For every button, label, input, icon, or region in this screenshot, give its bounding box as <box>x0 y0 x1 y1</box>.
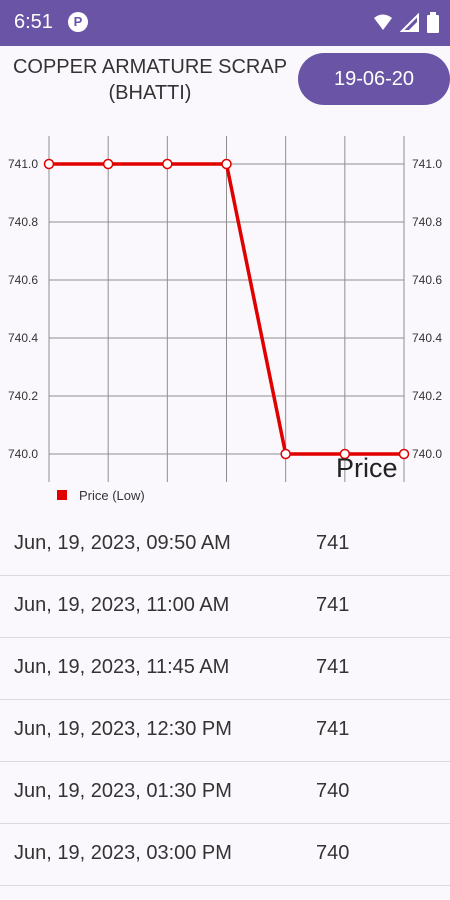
y-tick-label-right: 740.2 <box>412 389 442 403</box>
data-point <box>398 448 410 460</box>
y-tick-label-left: 740.8 <box>8 215 38 229</box>
row-price: 741 <box>316 532 350 554</box>
y-tick-label-right: 740.6 <box>412 273 442 287</box>
legend-label: Price (Low) <box>79 488 145 503</box>
row-price: 740 <box>316 780 350 802</box>
table-row[interactable]: Jun, 19, 2023, 11:45 AM 741 <box>0 638 450 700</box>
page-title: COPPER ARMATURE SCRAP (BHATTI) <box>0 54 300 106</box>
page-title-line2: (BHATTI) <box>108 82 192 104</box>
status-time: 6:51 <box>14 11 53 33</box>
chart-overlay-label: Price <box>336 453 398 483</box>
wifi-icon <box>374 14 393 30</box>
price-table: Jun, 19, 2023, 09:50 AM 741 Jun, 19, 202… <box>0 514 450 886</box>
status-icons <box>371 12 440 34</box>
table-row[interactable]: Jun, 19, 2023, 03:00 PM 740 <box>0 824 450 886</box>
signal-icon <box>399 12 419 32</box>
y-tick-label-left: 740.2 <box>8 389 38 403</box>
date-button[interactable]: 19-06-20 <box>298 53 450 105</box>
table-row[interactable]: Jun, 19, 2023, 01:30 PM 740 <box>0 762 450 824</box>
data-point <box>43 158 55 170</box>
legend-swatch <box>57 490 67 500</box>
data-point <box>102 158 114 170</box>
table-row[interactable]: Jun, 19, 2023, 11:00 AM 741 <box>0 576 450 638</box>
y-tick-label-right: 740.4 <box>412 331 442 345</box>
data-point <box>280 448 291 460</box>
row-time: Jun, 19, 2023, 12:30 PM <box>14 718 232 740</box>
table-row[interactable]: Jun, 19, 2023, 09:50 AM 741 <box>0 514 450 576</box>
row-time: Jun, 19, 2023, 03:00 PM <box>14 842 232 864</box>
battery-icon <box>427 12 439 33</box>
data-point <box>162 158 173 170</box>
status-bar: 6:51 P <box>0 0 450 46</box>
y-tick-label-left: 740.0 <box>8 447 38 461</box>
row-time: Jun, 19, 2023, 11:00 AM <box>14 594 230 616</box>
y-tick-label-right: 740.0 <box>412 447 442 461</box>
row-price: 740 <box>316 842 350 864</box>
page-title-line1: COPPER ARMATURE SCRAP <box>12 56 288 78</box>
row-price: 741 <box>316 718 350 740</box>
y-tick-label-left: 741.0 <box>8 157 38 171</box>
y-tick-label-left: 740.4 <box>8 331 38 345</box>
row-price: 741 <box>316 656 350 678</box>
app-notification-icon: P <box>68 12 88 32</box>
row-time: Jun, 19, 2023, 01:30 PM <box>14 780 232 802</box>
price-chart: 741.0 740.8 740.6 740.4 740.2 740.0 741.0 740.… <box>8 136 442 503</box>
y-tick-label-right: 740.8 <box>412 215 442 229</box>
table-row[interactable]: Jun, 19, 2023, 12:30 PM 741 <box>0 700 450 762</box>
y-tick-label-left: 740.6 <box>8 273 38 287</box>
row-time: Jun, 19, 2023, 09:50 AM <box>14 532 231 554</box>
row-price: 741 <box>316 594 350 616</box>
data-point <box>221 158 232 170</box>
row-time: Jun, 19, 2023, 11:45 AM <box>14 656 230 678</box>
y-tick-label-right: 741.0 <box>412 157 442 171</box>
